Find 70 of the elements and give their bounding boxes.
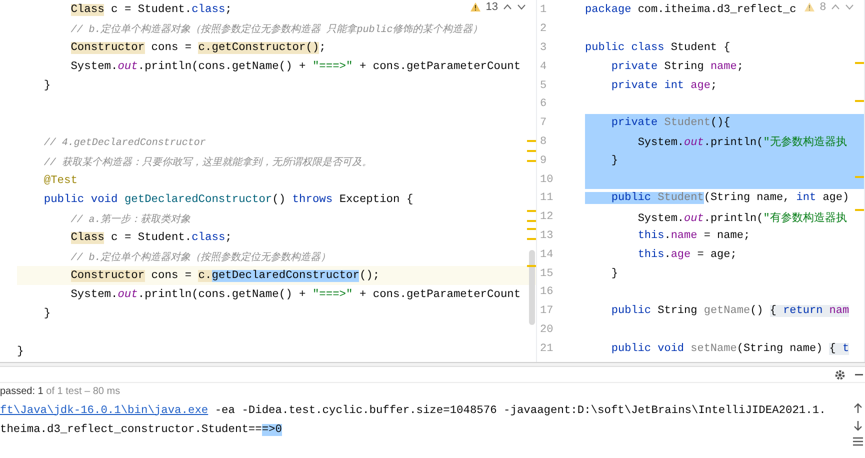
code-line: private String name; [610,60,744,73]
code-line: this.name = name; [636,230,750,242]
warning-count: 13 [486,1,498,13]
code-line: public Student(String name, int age) [585,192,850,204]
line-number: 14 [540,248,554,261]
line-number: 10 [540,174,554,186]
code-line: } [42,80,51,92]
code-line: // a.第一步：获取类对象 [70,212,191,226]
code-line: public String getName() { return nam [610,305,850,318]
line-number: 21 [540,342,554,355]
code-line: // 获取某个构造器：只要你敢写，这里就能拿到，无所谓权限是否可及。 [42,156,372,168]
code-line: private int age; [610,80,718,92]
error-stripe-mark[interactable] [527,265,536,267]
code-line: // b.定位单个构造器对象（按照参数定位无参数构造器） [70,250,331,264]
code-line: public void getDeclaredConstructor() throws Exception { [42,194,414,206]
error-stripe-mark[interactable] [855,176,864,178]
code-line: System.out.println(cons.getName() + "===>" + cons.getParameterCount [70,288,521,300]
line-number: 16 [540,286,554,298]
line-number: 7 [540,117,547,130]
chevron-down-icon[interactable] [845,4,854,10]
code-line: Class c = Student.class; [70,4,232,16]
code-line: } [585,154,618,167]
error-stripe-mark[interactable] [855,62,864,64]
code-line: private Student(){ [585,117,730,130]
code-line: System.out.println("有参数构造器执 [636,211,847,225]
chevron-up-icon[interactable] [503,4,512,10]
chevron-up-icon[interactable] [831,4,840,10]
error-stripe-mark[interactable] [855,209,864,211]
code-line: } [17,346,24,358]
arrow-down-icon[interactable] [853,420,863,431]
code-line: package com.itheima.d3_reflect_c [585,4,796,16]
code-line: System.out.println("无参数构造器执 [585,134,847,150]
console-line: ft\Java\jdk-16.0.1\bin\java.exe -ea -Didea.test.cyclic.buffer.size=1048576 -javaagent:D:\soft\JetBrains\IntelliJIDEA2021.1. [0,404,826,416]
settings-icon[interactable] [834,368,846,380]
code-line: // b.定位单个构造器对象（按照参数定位无参数构造器 只能拿public修饰的某个构造器） [70,22,483,36]
arrow-up-icon[interactable] [853,403,863,414]
line-number: 1 [540,4,547,16]
line-number: 12 [540,211,554,224]
code-line: Constructor cons = c.getConstructor(); [70,42,326,54]
line-number: 17 [540,305,554,318]
code-line: Class c = Student.class; [70,232,232,244]
vertical-scrollbar[interactable] [529,250,535,325]
line-number: 5 [540,80,547,92]
line-number: 13 [540,230,554,242]
soft-wrap-icon[interactable] [853,437,863,446]
test-status-text: passed: 1 of 1 test – 80 ms [0,386,120,396]
minimize-icon[interactable] [855,374,863,376]
line-number: 20 [540,324,554,336]
code-line: System.out.println(cons.getName() + "===>" + cons.getParameterCount [70,60,521,72]
chevron-down-icon[interactable] [517,4,526,10]
line-number: 9 [540,154,547,167]
console-line: theima.d3_reflect_constructor.Student===>0 [0,424,282,436]
code-line: public void setName(String name) { t [610,342,850,355]
code-line: Constructor cons = c.getDeclaredConstructor(); [70,270,380,282]
warning-count: 8 [820,1,826,13]
code-line: @Test [42,174,78,186]
line-number: 15 [540,268,554,280]
line-number: 4 [540,60,547,73]
line-number: 8 [540,136,547,148]
code-line: this.age = age; [636,248,737,261]
line-number: 2 [540,23,547,36]
code-line: // 4.getDeclaredConstructor [42,136,206,148]
code-line: public class Student { [585,42,730,54]
line-number: 6 [540,98,547,110]
code-line: } [42,308,51,320]
line-number: 3 [540,42,547,54]
line-number: 11 [540,192,554,204]
error-stripe-mark[interactable] [855,100,864,102]
code-line: } [610,268,618,280]
warning-icon[interactable] [470,2,481,12]
